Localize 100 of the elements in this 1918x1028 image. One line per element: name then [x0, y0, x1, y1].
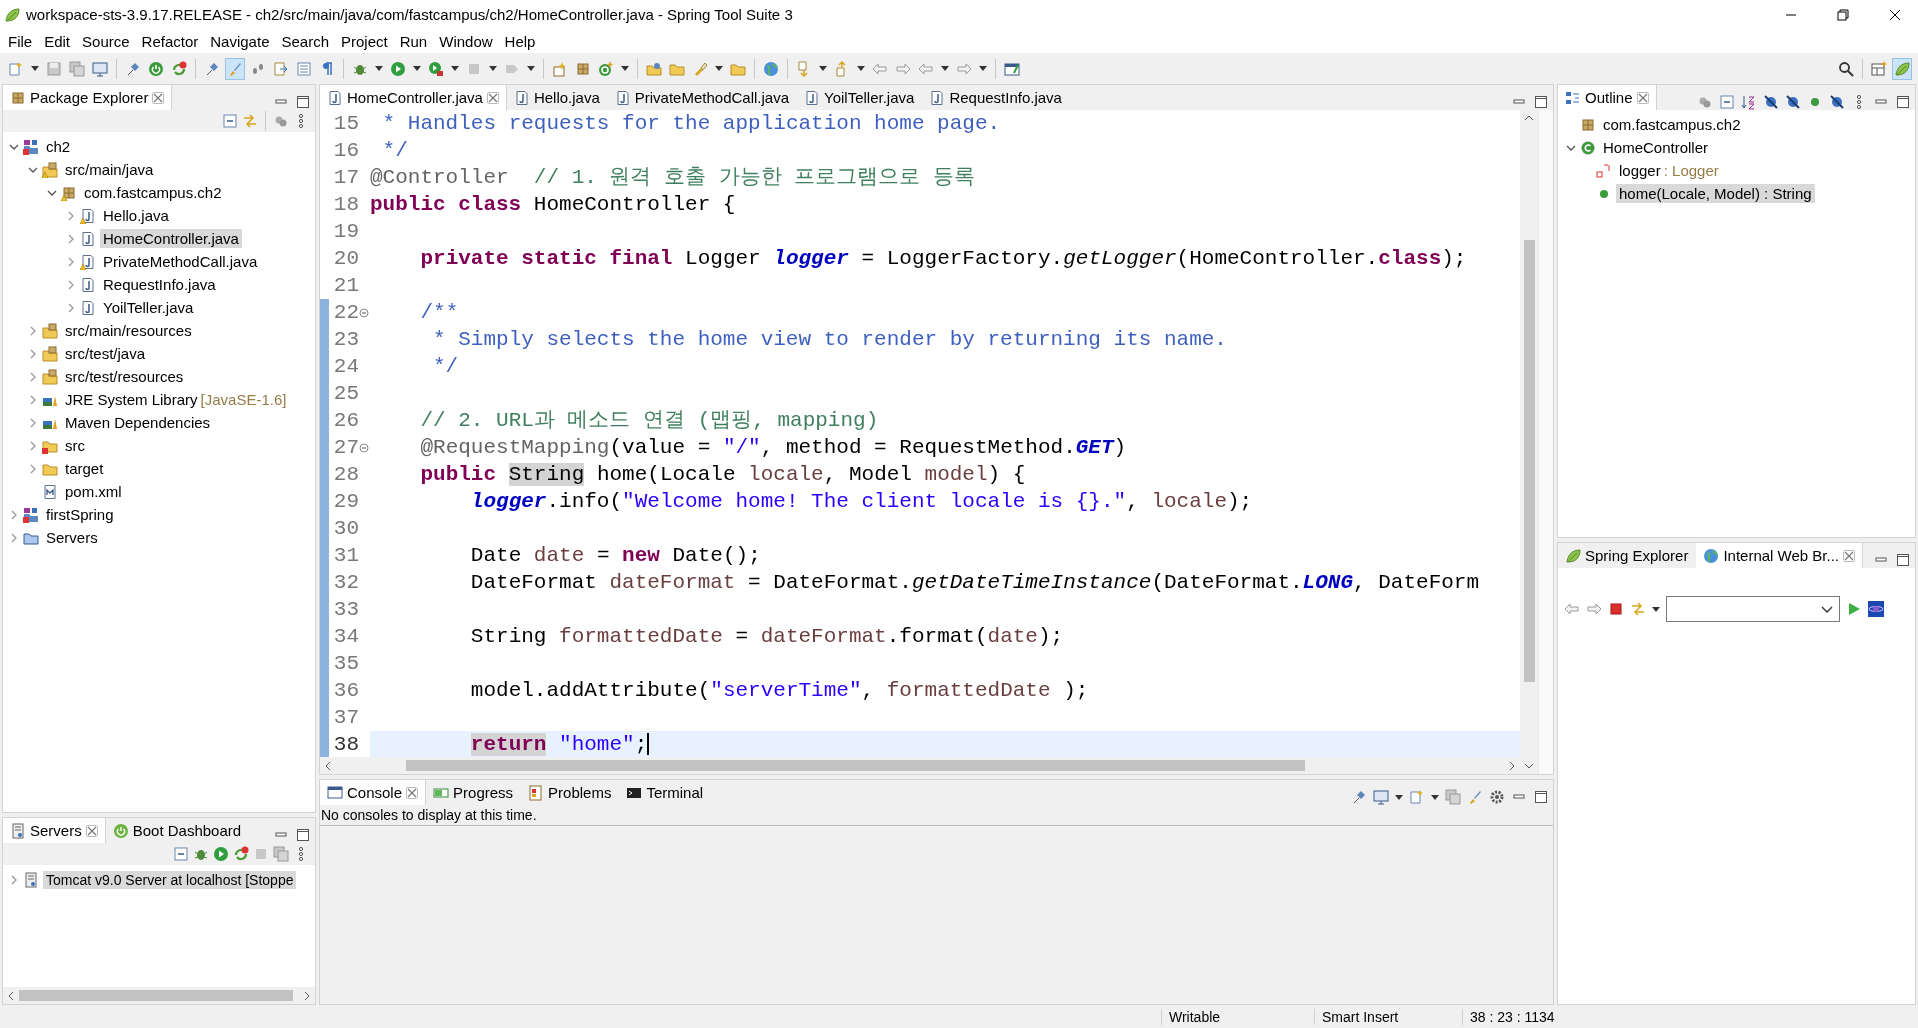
- horizontal-scrollbar[interactable]: [320, 757, 1520, 774]
- chevron-right-icon[interactable]: [28, 440, 38, 451]
- browser-icon[interactable]: [1868, 601, 1884, 617]
- collapse-icon[interactable]: [173, 846, 189, 862]
- scroll-left-icon[interactable]: [324, 760, 332, 771]
- chevron-right-icon[interactable]: [66, 256, 76, 267]
- tree-item[interactable]: src: [62, 436, 88, 455]
- maximize-icon[interactable]: [1895, 94, 1911, 110]
- maximize-icon[interactable]: [295, 94, 311, 110]
- chevron-right-icon[interactable]: [28, 394, 38, 405]
- tree-item[interactable]: PrivateMethodCall.java: [100, 252, 261, 271]
- spring-perspective-button[interactable]: [1892, 57, 1912, 80]
- tree-item[interactable]: ch2: [43, 137, 74, 156]
- chevron-right-icon[interactable]: [66, 302, 76, 313]
- collapse-all-icon[interactable]: [222, 113, 238, 129]
- menu-item[interactable]: Edit: [38, 30, 77, 52]
- panel-tab[interactable]: Problems: [521, 780, 620, 805]
- tree-item[interactable]: firstSpring: [43, 505, 117, 524]
- tree-item[interactable]: logger: [1616, 161, 1664, 180]
- tree-item[interactable]: Tomcat v9.0 Server at localhost [Stoppe: [43, 870, 297, 889]
- panel-tab[interactable]: Boot Dashboard: [105, 818, 250, 843]
- chevron-right-icon[interactable]: [28, 371, 38, 382]
- fold-icon[interactable]: [359, 442, 369, 453]
- tree-item[interactable]: src/test/resources: [62, 367, 187, 386]
- chevron-right-icon[interactable]: [28, 348, 38, 359]
- menu-item[interactable]: File: [2, 30, 39, 52]
- chevron-right-icon[interactable]: [28, 325, 38, 336]
- close-icon[interactable]: [486, 91, 499, 104]
- scroll-left-icon[interactable]: [7, 990, 15, 1001]
- url-field[interactable]: [1666, 596, 1840, 622]
- go-icon[interactable]: [1846, 601, 1862, 617]
- panel-tab[interactable]: RequestInfo.java: [922, 85, 1070, 110]
- brush-button[interactable]: [225, 57, 245, 80]
- menu-item[interactable]: Refactor: [135, 30, 205, 52]
- panel-tab[interactable]: HomeController.java: [320, 85, 507, 110]
- tree-item[interactable]: home(Locale, Model) : String: [1616, 184, 1815, 203]
- chevron-right-icon[interactable]: [28, 463, 38, 474]
- panel-tab[interactable]: Servers: [3, 818, 106, 843]
- menu-item[interactable]: Run: [393, 30, 434, 52]
- panel-tab[interactable]: YoilTeller.java: [797, 85, 923, 110]
- menu-item[interactable]: Source: [76, 30, 136, 52]
- start-icon[interactable]: [213, 846, 229, 862]
- tree-item[interactable]: HomeController.java: [100, 229, 242, 248]
- open-console-icon[interactable]: [1409, 789, 1425, 805]
- chevron-right-icon[interactable]: [28, 417, 38, 428]
- scroll-up-icon[interactable]: [1524, 114, 1534, 122]
- copy-icon[interactable]: [1445, 789, 1461, 805]
- panel-tab[interactable]: PrivateMethodCall.java: [607, 85, 798, 110]
- link-icon[interactable]: [242, 113, 258, 129]
- tree-item[interactable]: HomeController: [1600, 138, 1712, 157]
- maximize-icon[interactable]: [1895, 552, 1911, 568]
- maximize-icon[interactable]: [1533, 94, 1549, 110]
- close-icon[interactable]: [1636, 91, 1649, 104]
- settings-icon[interactable]: [1489, 789, 1505, 805]
- tree-item[interactable]: target: [62, 459, 107, 478]
- menu-item[interactable]: Project: [335, 30, 394, 52]
- display-console-icon[interactable]: [1373, 789, 1389, 805]
- tree-item[interactable]: com.fastcampus.ch2: [1600, 115, 1744, 134]
- chevron-right-icon[interactable]: [66, 210, 76, 221]
- caret-icon[interactable]: [1652, 606, 1660, 612]
- caret-icon[interactable]: [1431, 794, 1439, 800]
- refresh-icon[interactable]: [1630, 601, 1646, 617]
- panel-tab[interactable]: Spring Explorer: [1558, 543, 1697, 568]
- tree-item[interactable]: src/main/resources: [62, 321, 195, 340]
- hide-fields-icon[interactable]: [1763, 94, 1779, 110]
- tree-item[interactable]: JRE System Library: [62, 390, 201, 409]
- collapse-all-icon[interactable]: [1719, 94, 1735, 110]
- stop-icon[interactable]: [1608, 601, 1624, 617]
- menu-item[interactable]: Navigate: [204, 30, 276, 52]
- tree-item[interactable]: RequestInfo.java: [100, 275, 219, 294]
- menu-item[interactable]: Search: [275, 30, 335, 52]
- tree-item[interactable]: src/test/java: [62, 344, 149, 363]
- chevron-right-icon[interactable]: [9, 874, 19, 885]
- vertical-scrollbar[interactable]: [1520, 110, 1538, 774]
- fold-icon[interactable]: [359, 307, 369, 318]
- close-icon[interactable]: [85, 824, 98, 837]
- tree-item[interactable]: Maven Dependencies: [62, 413, 214, 432]
- panel-tab[interactable]: Console: [320, 780, 427, 805]
- tree-item[interactable]: YoilTeller.java: [100, 298, 197, 317]
- caret-icon[interactable]: [1395, 794, 1403, 800]
- menu-item[interactable]: Window: [433, 30, 499, 52]
- tree-item[interactable]: com.fastcampus.ch2: [81, 183, 225, 202]
- chevron-right-icon[interactable]: [9, 509, 19, 520]
- tree-item[interactable]: pom.xml: [62, 482, 125, 501]
- tree-item[interactable]: src/main/java: [62, 160, 157, 179]
- panel-tab[interactable]: Progress: [426, 780, 522, 805]
- close-icon[interactable]: [152, 91, 165, 104]
- forward-icon[interactable]: [1586, 601, 1602, 617]
- scroll-right-icon[interactable]: [1508, 760, 1516, 771]
- maximize-icon[interactable]: [295, 827, 311, 843]
- close-icon[interactable]: [1843, 549, 1855, 562]
- chevron-right-icon[interactable]: [66, 279, 76, 290]
- back-icon[interactable]: [1564, 601, 1580, 617]
- tree-item[interactable]: Hello.java: [100, 206, 172, 225]
- maximize-icon[interactable]: [1533, 789, 1549, 805]
- close-icon[interactable]: [406, 786, 419, 799]
- pin-console-icon[interactable]: [1351, 789, 1367, 805]
- panel-tab[interactable]: Internal Web Br...: [1696, 543, 1863, 568]
- panel-tab[interactable]: Package Explorer: [3, 85, 173, 110]
- panel-tab[interactable]: Outline: [1558, 85, 1657, 110]
